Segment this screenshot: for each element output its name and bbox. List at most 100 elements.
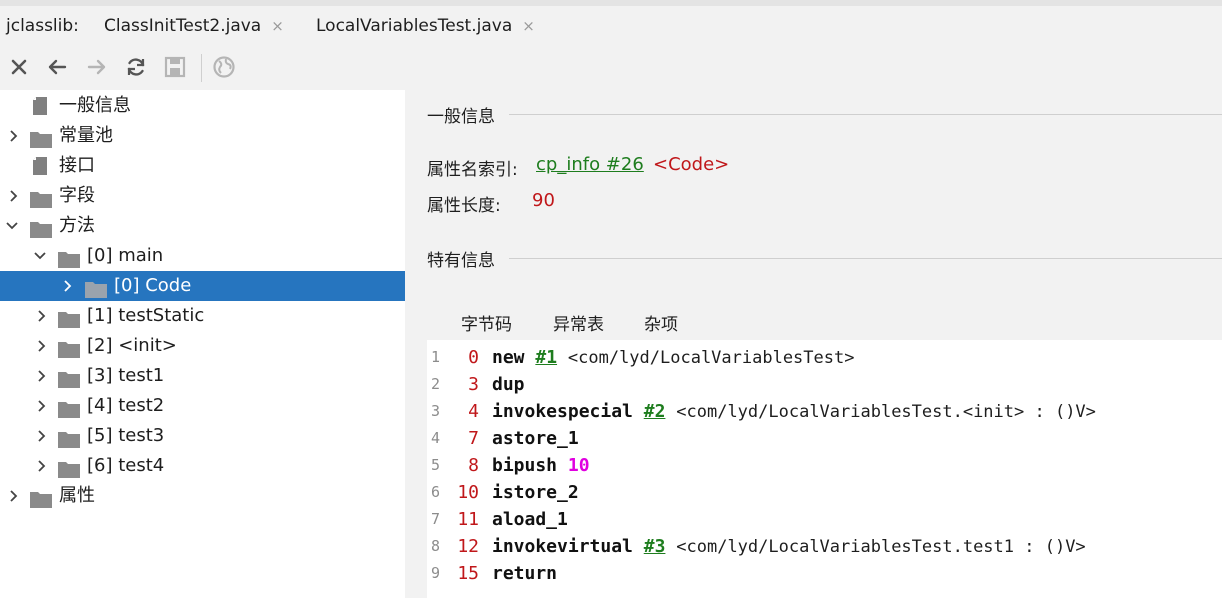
bytecode-offset: 15 [457, 563, 479, 584]
bytecode-offset: 12 [457, 536, 479, 557]
opcode: return [492, 563, 558, 584]
tab-classinittest2[interactable]: ClassInitTest2.java × [104, 16, 284, 50]
general-info-title: 一般信息 [427, 107, 495, 127]
chevron-right-icon[interactable] [7, 121, 21, 151]
chevron-down-icon[interactable] [5, 211, 19, 241]
bytecode-line[interactable]: 9 15 return [427, 560, 1222, 587]
bytecode-offset: 4 [468, 401, 479, 422]
bytecode-line[interactable]: 7 11 aload_1 [427, 506, 1222, 533]
tab-localvariablestest[interactable]: LocalVariablesTest.java × [298, 16, 553, 50]
bytecode-line[interactable]: 8 12 invokevirtual #3 <com/lyd/LocalVari… [427, 533, 1222, 560]
chevron-right-icon[interactable] [35, 391, 49, 421]
ref-comment: <com/lyd/LocalVariablesTest> [567, 348, 855, 368]
bytecode-line[interactable]: 5 8 bipush 10 [427, 452, 1222, 479]
toolbar [0, 46, 1222, 88]
line-number: 6 [431, 483, 441, 501]
tab-label: ClassInitTest2.java [104, 16, 262, 36]
tree-node-label: 一般信息 [59, 95, 131, 116]
chevron-right-icon[interactable] [35, 331, 49, 361]
close-icon[interactable] [6, 54, 32, 80]
tree-node-label: [2] <init> [87, 335, 177, 356]
close-icon[interactable]: × [522, 17, 535, 35]
bytecode-offset: 0 [468, 347, 479, 368]
cp-info-link[interactable]: cp_info #26 [536, 154, 644, 175]
chevron-right-icon[interactable] [61, 271, 75, 301]
close-icon[interactable]: × [271, 17, 284, 35]
chevron-right-icon[interactable] [35, 451, 49, 481]
file-icon [31, 96, 53, 115]
folder-icon [30, 488, 52, 508]
tab-label: LocalVariablesTest.java [316, 16, 513, 36]
tree-node-method-test2[interactable]: [4] test2 [0, 391, 405, 421]
chevron-right-icon[interactable] [7, 181, 21, 211]
section-divider [509, 114, 1222, 115]
subtab-exception-table[interactable]: 异常表 [553, 310, 604, 335]
tree-node-methods[interactable]: 方法 [0, 211, 405, 241]
line-number: 3 [431, 402, 441, 420]
tree-node-method-test3[interactable]: [5] test3 [0, 421, 405, 451]
bytecode-listing: 1 0 new #1 <com/lyd/LocalVariablesTest> … [427, 340, 1222, 598]
constant-pool-ref[interactable]: #3 [644, 536, 666, 557]
folder-icon [58, 248, 80, 268]
tree-node-interfaces[interactable]: 接口 [0, 151, 405, 181]
folder-icon [58, 308, 80, 328]
opcode: istore_2 [492, 482, 579, 503]
tree-node-label: [4] test2 [87, 395, 165, 416]
tree-node-method-init[interactable]: [2] <init> [0, 331, 405, 361]
opcode: invokevirtual [492, 536, 633, 557]
tree-node-general-info[interactable]: 一般信息 [0, 91, 405, 121]
opcode: dup [492, 374, 525, 395]
tree-node-label: 接口 [59, 155, 95, 176]
constant-pool-ref[interactable]: #2 [644, 401, 666, 422]
subtab-misc[interactable]: 杂项 [644, 310, 678, 335]
toolbar-separator [201, 54, 202, 82]
bytecode-line[interactable]: 2 3 dup [427, 371, 1222, 398]
opcode: invokespecial [492, 401, 633, 422]
line-number: 4 [431, 429, 441, 447]
tree-node-constant-pool[interactable]: 常量池 [0, 121, 405, 151]
instruction: aload_1 [492, 506, 568, 533]
save-icon[interactable] [162, 54, 188, 80]
instruction: new #1 <com/lyd/LocalVariablesTest> [492, 344, 854, 372]
tree-node-attributes[interactable]: 属性 [0, 481, 405, 511]
bytecode-line[interactable]: 1 0 new #1 <com/lyd/LocalVariablesTest> [427, 344, 1222, 371]
chevron-right-icon[interactable] [35, 301, 49, 331]
chevron-right-icon[interactable] [35, 421, 49, 451]
tree-node-method-teststatic[interactable]: [1] testStatic [0, 301, 405, 331]
tree-node-code[interactable]: [0] Code [0, 271, 405, 301]
refresh-icon[interactable] [123, 54, 149, 80]
section-divider [509, 258, 1222, 259]
back-icon[interactable] [44, 54, 70, 80]
bytecode-line[interactable]: 3 4 invokespecial #2 <com/lyd/LocalVaria… [427, 398, 1222, 425]
constant-pool-ref[interactable]: #1 [535, 347, 557, 368]
instruction: return [492, 560, 557, 587]
tree-node-label: [3] test1 [87, 365, 165, 386]
chevron-right-icon[interactable] [7, 481, 21, 511]
tree-node-label: 方法 [59, 215, 95, 236]
specific-info-title: 特有信息 [427, 251, 495, 271]
instruction: invokespecial #2 <com/lyd/LocalVariables… [492, 398, 1096, 426]
web-icon[interactable] [211, 54, 237, 80]
tree-node-fields[interactable]: 字段 [0, 181, 405, 211]
opcode: aload_1 [492, 509, 568, 530]
opcode: bipush [492, 455, 558, 476]
subtab-bytecode[interactable]: 字节码 [441, 310, 532, 344]
folder-icon [30, 128, 52, 148]
tree-node-method-test4[interactable]: [6] test4 [0, 451, 405, 481]
forward-icon[interactable] [84, 54, 110, 80]
chevron-down-icon[interactable] [33, 241, 47, 271]
attribute-length-value: 90 [532, 190, 555, 211]
folder-icon [30, 188, 52, 208]
ref-comment: <com/lyd/LocalVariablesTest.<init> : ()V… [676, 402, 1096, 422]
instruction: istore_2 [492, 479, 579, 506]
ref-comment: <com/lyd/LocalVariablesTest.test1 : ()V> [676, 537, 1086, 557]
bytecode-line[interactable]: 4 7 astore_1 [427, 425, 1222, 452]
tree-node-label: 常量池 [59, 125, 113, 146]
chevron-right-icon[interactable] [35, 361, 49, 391]
tree-node-label: [0] main [87, 245, 164, 266]
tree-node-method-test1[interactable]: [3] test1 [0, 361, 405, 391]
name-index-value: <Code> [653, 154, 730, 175]
bytecode-line[interactable]: 6 10 istore_2 [427, 479, 1222, 506]
tree-node-method-main[interactable]: [0] main [0, 241, 405, 271]
instruction: astore_1 [492, 425, 579, 452]
